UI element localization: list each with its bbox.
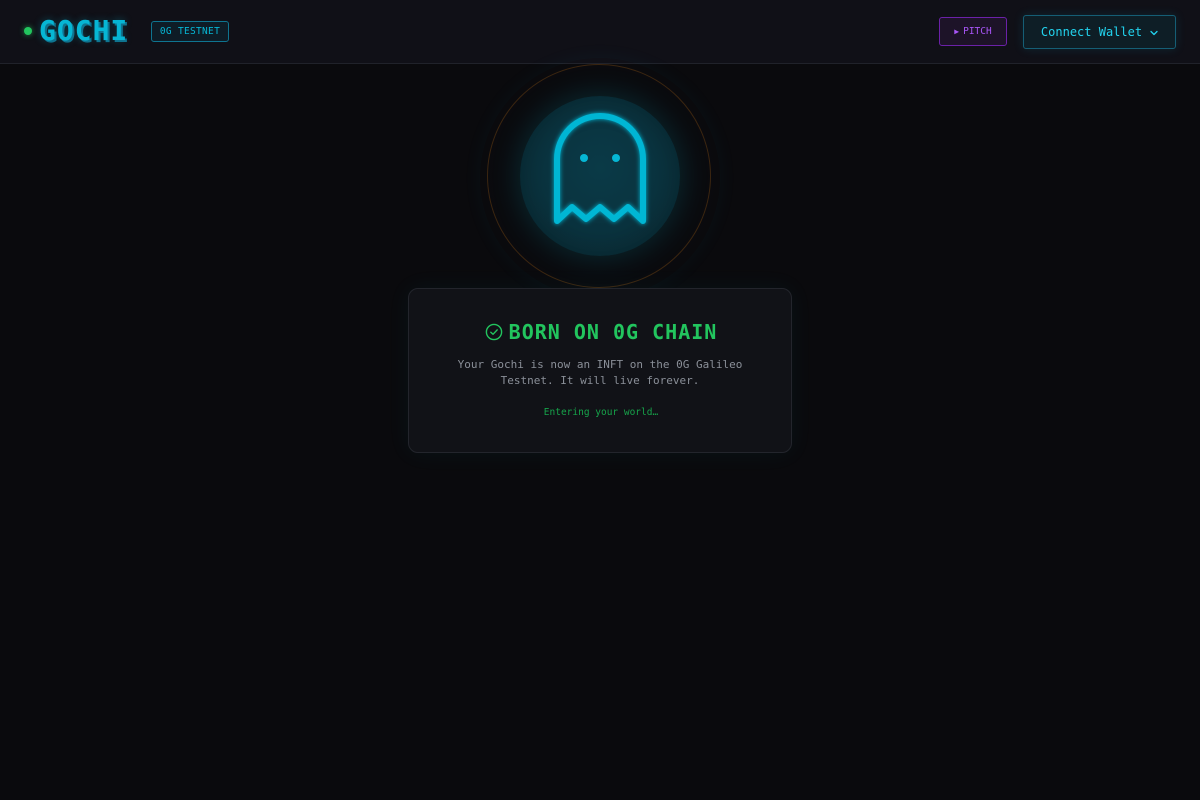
network-badge: 0G TESTNET <box>151 21 229 42</box>
card-title: BORN ON 0G CHAIN <box>409 319 793 345</box>
connect-wallet-button[interactable]: Connect Wallet <box>1023 15 1176 49</box>
chevron-down-icon <box>1150 30 1158 36</box>
pitch-button[interactable]: ▶ PITCH <box>939 17 1007 46</box>
brand-logo[interactable]: GOCHI <box>39 13 128 49</box>
connect-wallet-label: Connect Wallet <box>1040 25 1143 39</box>
entering-status: Entering your world… <box>543 407 659 418</box>
play-icon: ▶ <box>954 27 960 36</box>
status-dot <box>24 27 32 35</box>
ghost-icon[interactable] <box>540 104 660 234</box>
pitch-button-label: PITCH <box>963 26 992 37</box>
check-circle-icon <box>485 323 502 341</box>
card-title-text: BORN ON 0G CHAIN <box>508 320 718 344</box>
birth-confirmation-card: BORN ON 0G CHAIN Your Gochi is now an IN… <box>408 288 792 453</box>
app-root: GOCHI 0G TESTNET ▶PITCH Connect Wallet <box>0 0 1200 800</box>
card-description: Your Gochi is now an INFT on the 0G Gali… <box>457 358 743 387</box>
top-bar: GOCHI 0G TESTNET ▶ PITCH Connect Wallet <box>0 0 1200 64</box>
